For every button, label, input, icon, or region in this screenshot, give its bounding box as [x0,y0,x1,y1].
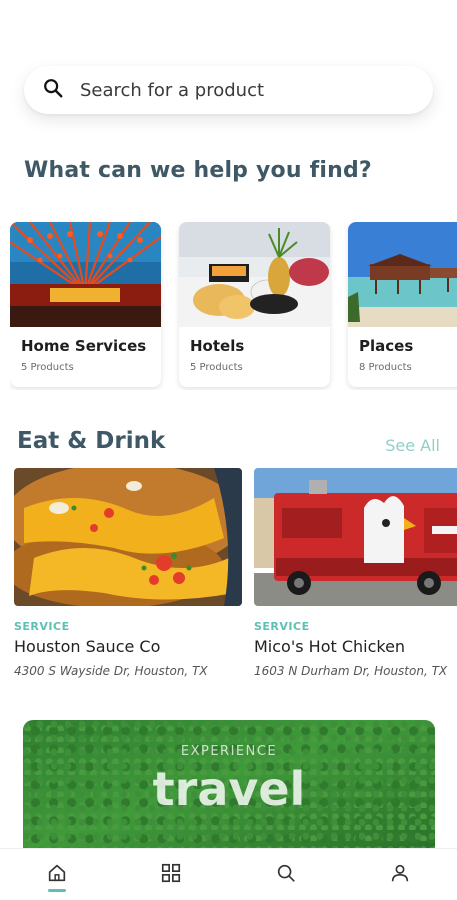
eat-drink-carousel[interactable]: SERVICE Houston Sauce Co 4300 S Wayside … [14,468,457,688]
user-icon [389,862,411,888]
micos-hot-chicken-image [254,468,457,606]
tab-profile[interactable] [343,849,457,900]
eat-drink-title: Eat & Drink [17,428,166,454]
category-card-home-services[interactable]: Home Services 5 Products [10,222,161,387]
search-icon [275,862,297,888]
banner-title: travel [152,762,306,816]
listing-type: SERVICE [254,620,310,633]
category-title: Hotels [190,337,245,355]
listing-address: 4300 S Wayside Dr, Houston, TX [14,664,208,678]
category-card-places[interactable]: Places 8 Products [348,222,457,387]
listing-card-micos-hot-chicken[interactable]: SERVICE Mico's Hot Chicken 1603 N Durham… [254,468,457,678]
tab-categories[interactable] [114,849,228,900]
home-icon [46,862,68,888]
listing-name: Mico's Hot Chicken [254,637,406,656]
see-all-link[interactable]: See All [385,436,440,455]
tab-home[interactable] [0,849,114,900]
category-title: Places [359,337,414,355]
listing-name: Houston Sauce Co [14,637,161,656]
tab-search[interactable] [229,849,343,900]
active-tab-indicator [48,889,67,892]
category-title: Home Services [21,337,147,355]
places-image [348,222,457,327]
bottom-tab-bar [0,848,457,900]
category-carousel[interactable]: Home Services 5 Products Hotels 5 Produc… [10,222,457,390]
search-icon [42,77,64,103]
search-input[interactable]: Search for a product [80,80,264,101]
listing-address: 1603 N Durham Dr, Houston, TX [254,664,448,678]
home-services-image [10,222,161,327]
listing-card-houston-sauce[interactable]: SERVICE Houston Sauce Co 4300 S Wayside … [14,468,242,678]
grid-icon [160,862,182,888]
listing-type: SERVICE [14,620,70,633]
banner-eyebrow: EXPERIENCE [180,744,278,759]
section-heading: What can we help you find? [24,158,372,183]
search-bar[interactable]: Search for a product [24,66,433,114]
hotels-image [179,222,330,327]
houston-sauce-image [14,468,242,606]
travel-banner[interactable]: EXPERIENCE travel [23,720,435,860]
category-card-hotels[interactable]: Hotels 5 Products [179,222,330,387]
category-count: 5 Products [190,362,243,373]
category-count: 8 Products [359,362,412,373]
category-count: 5 Products [21,362,74,373]
